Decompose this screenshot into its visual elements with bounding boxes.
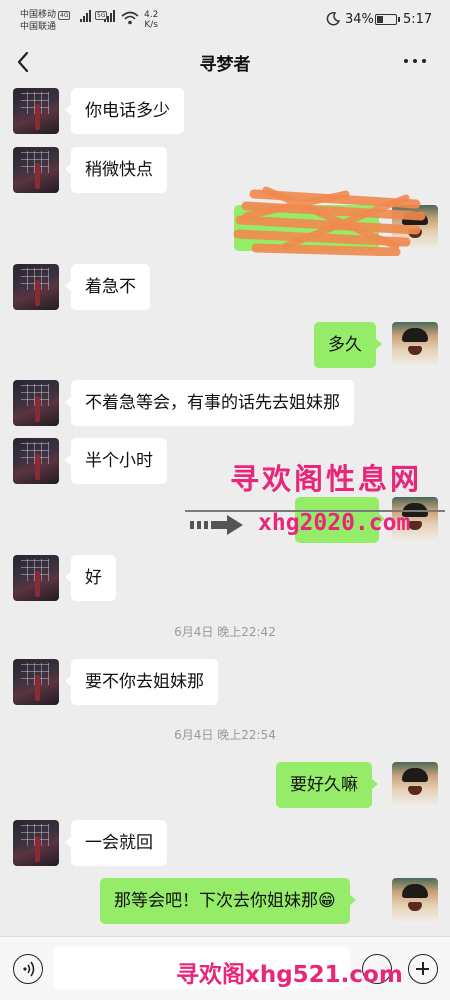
carrier-1-label: 中国移动 [20, 10, 57, 20]
watermark-bottom: 寻欢阁xhg521.com [176, 962, 403, 988]
message-bubble-sent: 多久 [314, 322, 382, 368]
carrier-2-label: 中国联通 [20, 22, 57, 32]
message-timestamp: 6月4日 晚上22:54 [174, 728, 276, 742]
contact-avatar[interactable] [13, 438, 59, 484]
redaction-scribble [233, 186, 426, 256]
status-bar: 中国移动 中国联通 4G 5G 4.2 K/s 34% 5:17 [0, 0, 450, 40]
battery-percent: 34% [345, 12, 374, 27]
contact-avatar[interactable] [13, 147, 59, 193]
contact-avatar[interactable] [13, 380, 59, 426]
contact-avatar[interactable] [13, 820, 59, 866]
watermark-title: 寻欢阁性息网 [230, 462, 423, 496]
message-bubble-received: 要不你去姐妹那 [65, 659, 218, 705]
signal-1-icon [80, 10, 91, 22]
message-bubble-sent: 那等会吧！下次去你姐妹那😁 [100, 878, 356, 924]
contact-avatar[interactable] [13, 264, 59, 310]
message-timestamp: 6月4日 晚上22:42 [174, 625, 276, 639]
network-type-1-label: 4G [58, 11, 71, 20]
wifi-icon [121, 11, 139, 25]
status-time: 5:17 [403, 12, 433, 27]
message-bubble-received: 着急不 [65, 264, 150, 310]
network-speed-value: 4.2 [144, 10, 159, 20]
network-speed-unit: K/s [144, 20, 158, 30]
chat-header: 寻梦者 [0, 40, 450, 84]
moon-icon [326, 12, 340, 26]
message-bubble-received: 好 [65, 555, 116, 601]
contact-avatar[interactable] [13, 659, 59, 705]
message-bubble-received: 你电话多少 [65, 88, 184, 134]
battery-icon [375, 14, 400, 25]
network-speed: 4.2 K/s [144, 10, 158, 30]
message-bubble-received: 一会就回 [65, 820, 167, 866]
voice-icon[interactable] [13, 954, 43, 984]
watermark-arrow-icon [190, 515, 243, 535]
more-dots-icon[interactable] [404, 54, 430, 68]
my-avatar[interactable] [392, 878, 438, 924]
contact-avatar[interactable] [13, 88, 59, 134]
chat-title: 寻梦者 [199, 55, 251, 75]
message-bubble-received: 半个小时 [65, 438, 167, 484]
my-avatar[interactable] [392, 322, 438, 368]
message-bubble-received: 不着急等会，有事的话先去姐妹那 [65, 380, 354, 426]
my-avatar[interactable] [392, 762, 438, 808]
plus-icon[interactable] [408, 954, 438, 984]
contact-avatar[interactable] [13, 555, 59, 601]
battery-fill [377, 16, 383, 23]
watermark-url: xhg2020.com [258, 510, 411, 536]
signal-2-icon [104, 10, 115, 22]
message-bubble-received: 稍微快点 [65, 147, 167, 193]
message-bubble-sent: 要好久嘛 [276, 762, 378, 808]
